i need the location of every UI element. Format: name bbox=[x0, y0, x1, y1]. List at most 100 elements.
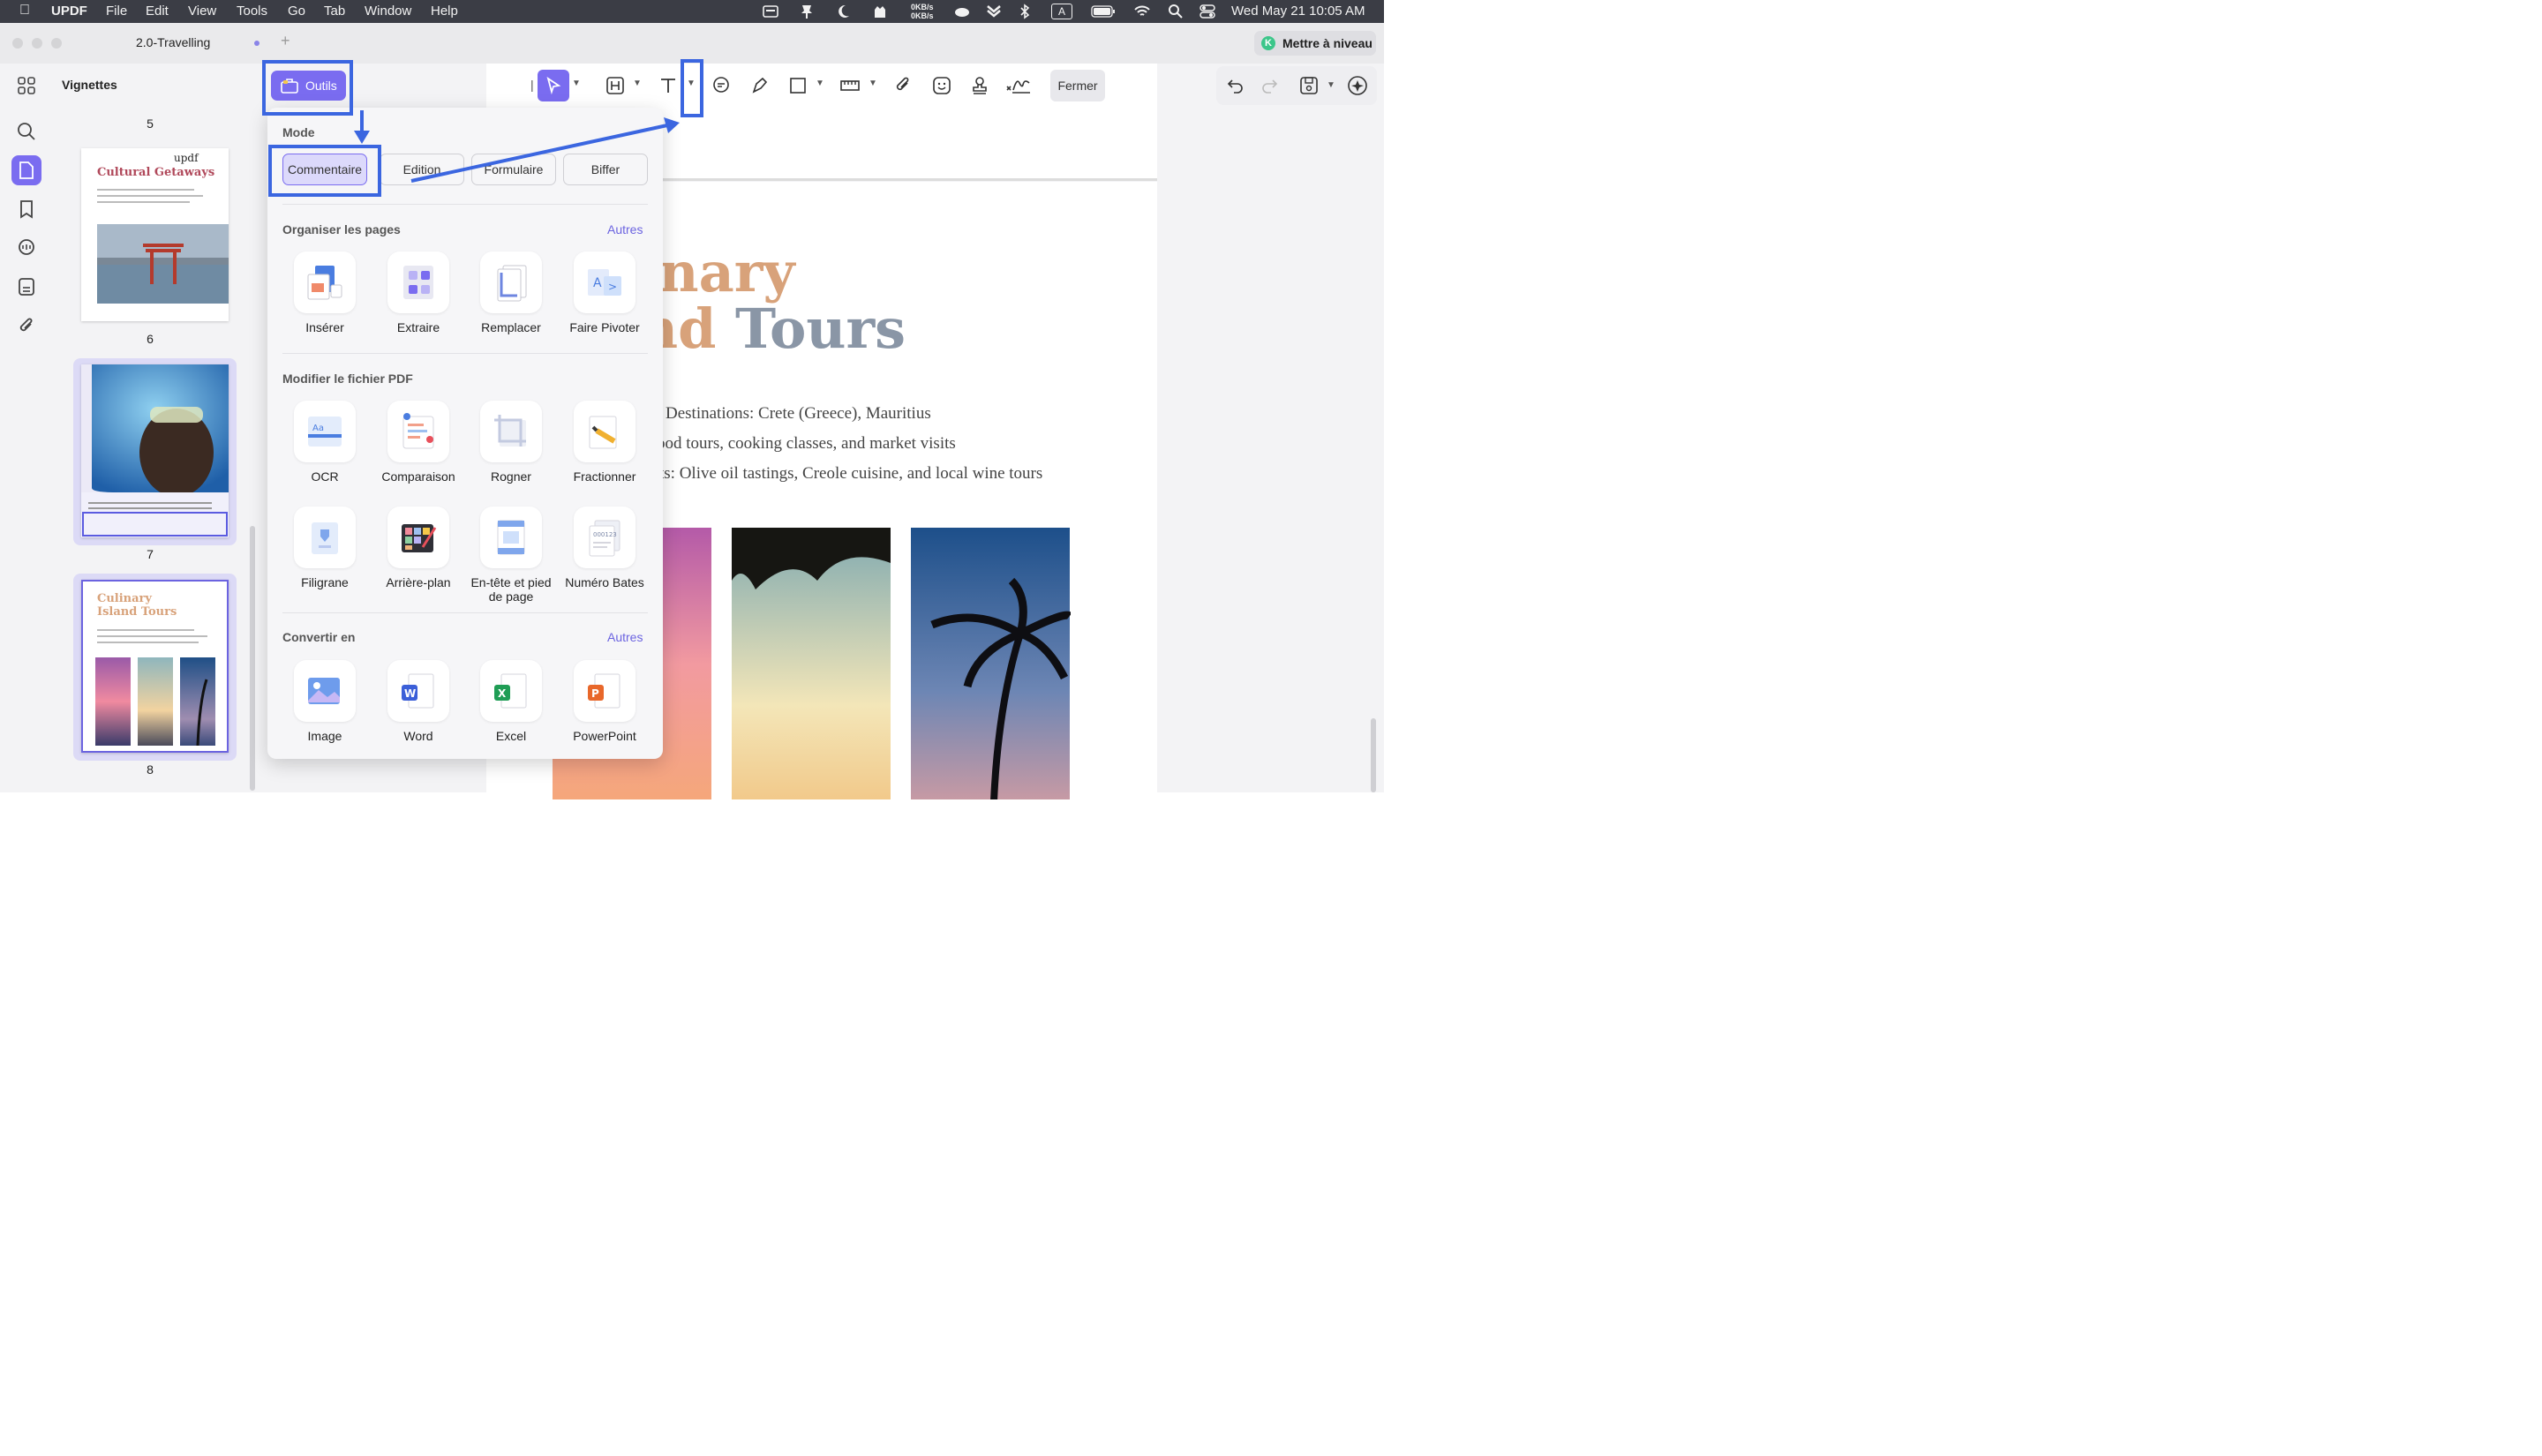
stamp-text: updf bbox=[174, 152, 199, 164]
divider bbox=[282, 204, 648, 205]
insert-tool[interactable]: Insérer bbox=[278, 251, 372, 334]
crop-tool[interactable]: Rogner bbox=[464, 401, 558, 484]
insert-pages-icon bbox=[307, 266, 342, 300]
input-source-indicator[interactable]: A bbox=[1051, 4, 1072, 19]
close-window-button[interactable] bbox=[12, 38, 23, 49]
app-status-icon[interactable] bbox=[872, 4, 888, 19]
convert-more-link[interactable]: Autres bbox=[607, 630, 643, 644]
undo-icon[interactable] bbox=[1227, 77, 1245, 94]
menu-go[interactable]: Go bbox=[288, 4, 305, 19]
signature-tool-button[interactable] bbox=[1005, 70, 1032, 101]
download-icon[interactable] bbox=[985, 4, 1003, 19]
redo-icon[interactable] bbox=[1260, 77, 1278, 94]
organize-more-link[interactable]: Autres bbox=[607, 222, 643, 236]
page-thumbnail-7[interactable] bbox=[81, 364, 229, 537]
chevron-down-icon[interactable]: ▼ bbox=[816, 79, 824, 88]
menu-window[interactable]: Window bbox=[365, 4, 411, 19]
thumbnails-scrollbar[interactable] bbox=[250, 526, 255, 791]
comment-icon bbox=[19, 239, 34, 255]
menu-view[interactable]: View bbox=[188, 4, 216, 19]
thumbnails-grid-button[interactable] bbox=[11, 71, 41, 101]
mode-redact-button[interactable]: Biffer bbox=[563, 154, 648, 185]
save-icon[interactable] bbox=[1299, 76, 1319, 95]
chevron-down-icon[interactable]: ▼ bbox=[572, 79, 581, 88]
convert-excel-tool[interactable]: X Excel bbox=[464, 660, 558, 743]
extract-tool[interactable]: Extraire bbox=[372, 251, 465, 334]
comments-button[interactable] bbox=[11, 233, 41, 263]
upgrade-badge: K bbox=[1261, 36, 1275, 50]
zoom-window-button[interactable] bbox=[51, 38, 62, 49]
split-tool[interactable]: Fractionner bbox=[558, 401, 651, 484]
convert-word-tool[interactable]: W Word bbox=[372, 660, 465, 743]
attachments-button[interactable] bbox=[11, 311, 41, 341]
ocr-tool[interactable]: Aa OCR bbox=[278, 401, 372, 484]
attachment-tool-button[interactable] bbox=[891, 70, 914, 101]
chevron-down-icon[interactable]: ▼ bbox=[1327, 80, 1335, 90]
menu-tools[interactable]: Tools bbox=[237, 4, 267, 19]
ocr-icon: Aa bbox=[308, 417, 342, 447]
menu-tab[interactable]: Tab bbox=[324, 4, 345, 19]
shape-tool-button[interactable] bbox=[786, 70, 809, 101]
convert-powerpoint-tool[interactable]: P PowerPoint bbox=[558, 660, 651, 743]
convert-excel-label: Excel bbox=[495, 729, 527, 743]
apple-icon[interactable]:  bbox=[19, 3, 30, 19]
pin-icon[interactable] bbox=[800, 4, 814, 19]
menu-edit[interactable]: Edit bbox=[146, 4, 169, 19]
spotlight-search-icon[interactable] bbox=[1168, 4, 1184, 19]
close-toolbar-button[interactable]: Fermer bbox=[1050, 70, 1105, 101]
menu-file[interactable]: File bbox=[106, 4, 127, 19]
pages-button[interactable] bbox=[11, 155, 41, 185]
app-menu[interactable]: UPDF bbox=[51, 4, 87, 19]
highlight-tool-button[interactable] bbox=[604, 70, 627, 101]
header-footer-tool[interactable]: En-tête et pied de page bbox=[464, 507, 558, 604]
upgrade-button[interactable]: K Mettre à niveau bbox=[1254, 31, 1376, 56]
divider bbox=[282, 612, 648, 613]
cloud-icon[interactable] bbox=[953, 4, 971, 19]
comment-mode-highlight-box bbox=[268, 145, 381, 197]
replace-tool[interactable]: Remplacer bbox=[464, 251, 558, 334]
note-tool-button[interactable] bbox=[710, 70, 733, 101]
bates-number-icon: 000123 bbox=[589, 520, 620, 557]
control-center-icon[interactable] bbox=[1200, 4, 1215, 19]
page-thumbnail-8[interactable]: Culinary Island Tours bbox=[81, 580, 229, 753]
pen-tool-button[interactable] bbox=[748, 70, 771, 101]
page-number-6: 6 bbox=[147, 332, 154, 346]
rotate-tool[interactable]: A > Faire Pivoter bbox=[558, 251, 651, 334]
paperclip-icon bbox=[19, 318, 33, 332]
bookmarks-button[interactable] bbox=[11, 194, 41, 224]
background-tool[interactable]: Arrière-plan bbox=[372, 507, 465, 589]
search-button[interactable] bbox=[11, 116, 41, 146]
sticker-tool-button[interactable] bbox=[930, 70, 953, 101]
wifi-icon[interactable] bbox=[1133, 4, 1151, 19]
chevron-down-icon[interactable]: ▼ bbox=[869, 79, 877, 88]
stamp-tool-button[interactable] bbox=[968, 70, 991, 101]
mode-form-button[interactable]: Formulaire bbox=[471, 154, 556, 185]
chevron-down-icon[interactable]: ▼ bbox=[633, 79, 642, 88]
tools-dropdown-panel: Mode Commentaire Edition Formulaire Biff… bbox=[267, 108, 663, 759]
text-tool-button[interactable] bbox=[657, 70, 680, 101]
document-tab[interactable]: 2.0-Travelling bbox=[136, 35, 210, 49]
ai-assistant-icon[interactable] bbox=[1345, 74, 1370, 97]
measure-tool-button[interactable] bbox=[839, 70, 861, 101]
right-toolbar: ▼ bbox=[1216, 66, 1377, 105]
bluetooth-icon[interactable] bbox=[1019, 4, 1031, 19]
new-tab-button[interactable]: + bbox=[281, 32, 290, 50]
mode-edit-button[interactable]: Edition bbox=[380, 154, 464, 185]
moon-icon[interactable] bbox=[835, 4, 851, 19]
watermark-tool[interactable]: Filigrane bbox=[278, 507, 372, 589]
clock[interactable]: Wed May 21 10:05 AM bbox=[1231, 4, 1365, 19]
destinations-line: Destinations: Crete (Greece), Mauritius bbox=[666, 404, 931, 423]
bates-number-tool[interactable]: 000123 Numéro Bates bbox=[558, 507, 651, 589]
screen-icon[interactable] bbox=[763, 4, 778, 19]
forms-button[interactable] bbox=[11, 272, 41, 302]
page-thumbnail-6[interactable]: updf Cultural Getaways bbox=[81, 148, 229, 321]
convert-image-tool[interactable]: Image bbox=[278, 660, 372, 743]
document-scrollbar[interactable] bbox=[1371, 718, 1376, 792]
compare-tool[interactable]: Comparaison bbox=[372, 401, 465, 484]
menu-help[interactable]: Help bbox=[431, 4, 458, 19]
select-tool-button[interactable] bbox=[538, 70, 569, 101]
header-footer-label: En-tête et pied de page bbox=[470, 575, 552, 604]
svg-text:Aa: Aa bbox=[312, 424, 324, 433]
battery-icon[interactable] bbox=[1091, 5, 1116, 18]
minimize-window-button[interactable] bbox=[32, 38, 42, 49]
